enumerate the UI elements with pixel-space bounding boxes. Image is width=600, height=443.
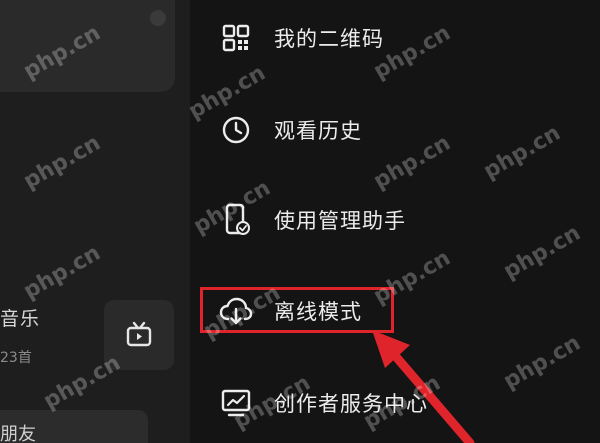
tv-tile[interactable]: [104, 300, 174, 370]
menu-item-offline-mode[interactable]: 离线模式: [218, 291, 362, 331]
cloud-download-icon: [218, 293, 254, 329]
music-title: 音乐: [0, 308, 41, 330]
side-drawer-menu: 我的二维码 观看历史 使用管理助手 离线模式 创作者服务中心: [190, 0, 600, 443]
menu-item-creator-service-center[interactable]: 创作者服务中心: [218, 383, 428, 423]
phone-check-icon: [218, 202, 254, 238]
chart-monitor-icon: [218, 385, 254, 421]
menu-item-label: 观看历史: [274, 119, 362, 143]
friends-label: 朋友: [0, 424, 36, 443]
music-count: 23首: [0, 350, 32, 366]
top-card[interactable]: [0, 0, 175, 92]
menu-item-label: 使用管理助手: [274, 209, 406, 233]
menu-item-my-qr-code[interactable]: 我的二维码: [218, 18, 384, 58]
menu-item-usage-assistant[interactable]: 使用管理助手: [218, 200, 406, 240]
qr-code-icon: [218, 20, 254, 56]
background-panel: 音乐 23首 朋友: [0, 0, 190, 443]
clock-icon: [218, 112, 254, 148]
menu-item-label: 离线模式: [274, 300, 362, 324]
menu-item-label: 我的二维码: [274, 27, 384, 51]
menu-item-watch-history[interactable]: 观看历史: [218, 110, 362, 150]
tv-icon: [126, 321, 152, 347]
menu-item-label: 创作者服务中心: [274, 392, 428, 416]
screen: 音乐 23首 朋友 我的二维码 观看历史 使用管理助手 离线模式 创作者服务中心…: [0, 0, 600, 443]
card-indicator-dot: [150, 10, 166, 26]
